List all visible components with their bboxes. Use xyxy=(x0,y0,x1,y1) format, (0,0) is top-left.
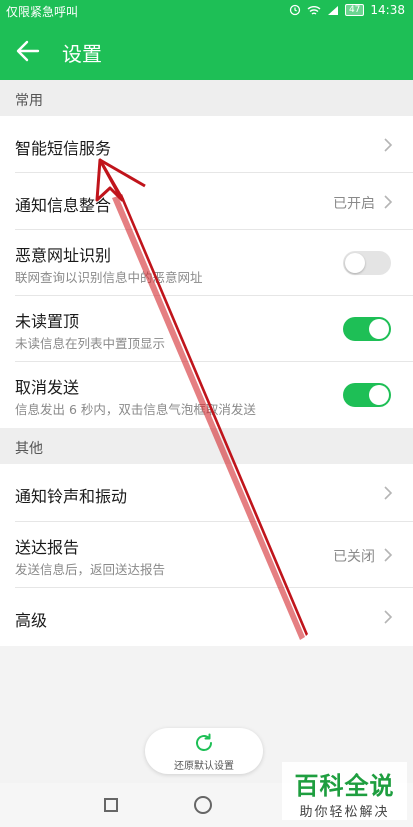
setting-title: 送达报告 xyxy=(15,538,80,557)
unread-top-toggle[interactable] xyxy=(343,317,391,341)
setting-title: 高级 xyxy=(15,611,48,630)
setting-title: 取消发送 xyxy=(15,378,80,397)
malicious-url-toggle[interactable] xyxy=(343,251,391,275)
setting-title: 通知信息整合 xyxy=(15,196,112,215)
app-bar: 设置 xyxy=(0,22,413,80)
circle-icon[interactable] xyxy=(194,796,212,814)
refresh-icon xyxy=(196,733,212,751)
chevron-right-icon xyxy=(384,195,393,209)
chevron-right-icon xyxy=(384,610,393,624)
setting-ringtone[interactable]: 通知铃声和振动 xyxy=(0,464,413,522)
square-icon[interactable] xyxy=(104,798,118,812)
setting-title: 恶意网址识别 xyxy=(15,246,112,265)
cancel-send-toggle[interactable] xyxy=(343,383,391,407)
battery-icon: 47 xyxy=(344,4,365,16)
wifi-icon xyxy=(307,5,321,15)
carrier-text: 仅限紧急呼叫 xyxy=(6,5,79,19)
setting-value: 已开启 xyxy=(333,196,375,212)
setting-subtitle: 联网查询以识别信息中的恶意网址 xyxy=(15,270,203,285)
clock: 14:38 xyxy=(370,3,405,17)
setting-cancel-send[interactable]: 取消发送 信息发出 6 秒内，双击信息气泡框取消发送 xyxy=(0,362,413,428)
setting-unread-top[interactable]: 未读置顶 未读信息在列表中置顶显示 xyxy=(0,296,413,362)
setting-title: 未读置顶 xyxy=(15,312,80,331)
setting-malicious-url[interactable]: 恶意网址识别 联网查询以识别信息中的恶意网址 xyxy=(0,230,413,296)
setting-smart-sms[interactable]: 智能短信服务 xyxy=(0,116,413,173)
section-header-common: 常用 xyxy=(0,80,413,116)
section-header-other: 其他 xyxy=(0,428,413,464)
chevron-right-icon xyxy=(384,138,393,152)
setting-value: 已关闭 xyxy=(333,549,375,565)
watermark-subtitle: 助你轻松解决 xyxy=(299,805,390,820)
section-label: 常用 xyxy=(15,93,43,109)
status-icons: 47 14:38 xyxy=(289,3,405,17)
setting-notify-merge[interactable]: 通知信息整合 已开启 xyxy=(0,173,413,230)
setting-title: 智能短信服务 xyxy=(15,139,112,158)
setting-subtitle: 发送信息后，返回送达报告 xyxy=(15,562,166,577)
setting-subtitle: 信息发出 6 秒内，双击信息气泡框取消发送 xyxy=(15,402,256,417)
chevron-right-icon xyxy=(384,486,393,500)
watermark-logo: 百科全说 助你轻松解决 xyxy=(282,762,407,820)
watermark-title: 百科全说 xyxy=(294,772,395,800)
restore-defaults-label: 还原默认设置 xyxy=(174,761,234,772)
section-label: 其他 xyxy=(15,441,43,457)
setting-subtitle: 未读信息在列表中置顶显示 xyxy=(15,336,166,351)
signal-icon xyxy=(327,5,338,15)
chevron-right-icon xyxy=(384,548,393,562)
setting-title: 通知铃声和振动 xyxy=(15,487,128,506)
restore-defaults-button[interactable]: 还原默认设置 xyxy=(145,728,263,774)
alarm-icon xyxy=(289,4,301,16)
page-title: 设置 xyxy=(62,42,102,66)
setting-delivery-report[interactable]: 送达报告 发送信息后，返回送达报告 已关闭 xyxy=(0,522,413,588)
setting-advanced[interactable]: 高级 xyxy=(0,588,413,646)
status-bar: 仅限紧急呼叫 47 14:38 xyxy=(0,0,413,22)
arrow-left-icon[interactable] xyxy=(14,37,42,65)
